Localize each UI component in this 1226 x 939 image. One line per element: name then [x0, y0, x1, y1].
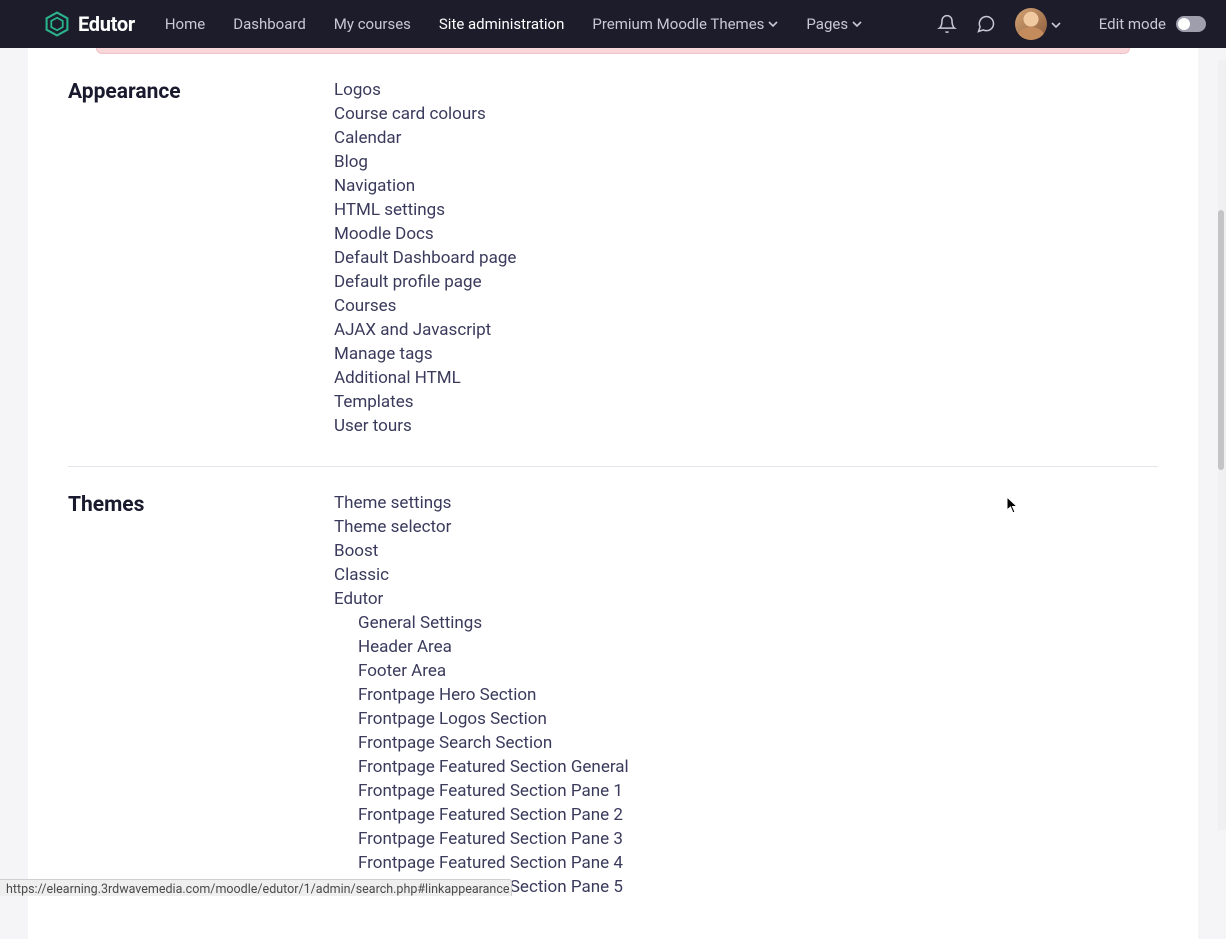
link-frontpage-featured-pane-3[interactable]: Frontpage Featured Section Pane 3 — [358, 827, 1158, 851]
link-logos[interactable]: Logos — [334, 78, 1158, 102]
link-frontpage-hero[interactable]: Frontpage Hero Section — [358, 683, 1158, 707]
section-appearance: Appearance Logos Course card colours Cal… — [68, 54, 1158, 438]
chevron-down-icon — [852, 15, 862, 33]
brand-logo-icon — [44, 11, 70, 37]
link-course-card-colours[interactable]: Course card colours — [334, 102, 1158, 126]
link-calendar[interactable]: Calendar — [334, 126, 1158, 150]
link-frontpage-featured-pane-4[interactable]: Frontpage Featured Section Pane 4 — [358, 851, 1158, 875]
nav-right: Edit mode — [937, 8, 1206, 40]
nav-my-courses[interactable]: My courses — [334, 15, 411, 33]
link-moodle-docs[interactable]: Moodle Docs — [334, 222, 1158, 246]
section-links-appearance: Logos Course card colours Calendar Blog … — [334, 78, 1158, 438]
link-navigation[interactable]: Navigation — [334, 174, 1158, 198]
link-manage-tags[interactable]: Manage tags — [334, 342, 1158, 366]
chevron-down-icon — [1051, 15, 1061, 34]
link-default-profile-page[interactable]: Default profile page — [334, 270, 1158, 294]
link-ajax-javascript[interactable]: AJAX and Javascript — [334, 318, 1158, 342]
section-title-appearance: Appearance — [68, 78, 334, 438]
edutor-sublinks: General Settings Header Area Footer Area… — [334, 611, 1158, 899]
link-boost[interactable]: Boost — [334, 539, 1158, 563]
browser-status-bar: https://elearning.3rdwavemedia.com/moodl… — [0, 879, 512, 896]
primary-nav: Home Dashboard My courses Site administr… — [165, 15, 937, 33]
brand[interactable]: Edutor — [44, 11, 135, 37]
scrollbar-track[interactable] — [1218, 60, 1226, 830]
nav-premium-themes-label: Premium Moodle Themes — [592, 15, 764, 33]
link-classic[interactable]: Classic — [334, 563, 1158, 587]
user-menu[interactable] — [1015, 8, 1061, 40]
link-html-settings[interactable]: HTML settings — [334, 198, 1158, 222]
nav-premium-themes[interactable]: Premium Moodle Themes — [592, 15, 778, 33]
avatar — [1015, 8, 1047, 40]
top-navbar: Edutor Home Dashboard My courses Site ad… — [0, 0, 1226, 48]
messages-icon[interactable] — [975, 14, 997, 34]
brand-name: Edutor — [78, 12, 135, 36]
nav-home[interactable]: Home — [165, 15, 205, 33]
link-frontpage-featured-pane-2[interactable]: Frontpage Featured Section Pane 2 — [358, 803, 1158, 827]
section-links-themes: Theme settings Theme selector Boost Clas… — [334, 491, 1158, 899]
nav-site-administration[interactable]: Site administration — [439, 15, 564, 33]
link-blog[interactable]: Blog — [334, 150, 1158, 174]
link-frontpage-featured-pane-1[interactable]: Frontpage Featured Section Pane 1 — [358, 779, 1158, 803]
chevron-down-icon — [768, 15, 778, 33]
link-frontpage-featured-general[interactable]: Frontpage Featured Section General — [358, 755, 1158, 779]
edit-mode-control: Edit mode — [1099, 15, 1206, 33]
link-theme-selector[interactable]: Theme selector — [334, 515, 1158, 539]
link-header-area[interactable]: Header Area — [358, 635, 1158, 659]
link-theme-settings[interactable]: Theme settings — [334, 491, 1158, 515]
page-content: Appearance Logos Course card colours Cal… — [28, 48, 1198, 939]
link-edutor[interactable]: Edutor — [334, 587, 1158, 611]
scrollbar-thumb[interactable] — [1218, 210, 1224, 470]
edit-mode-toggle[interactable] — [1176, 16, 1206, 32]
link-courses[interactable]: Courses — [334, 294, 1158, 318]
section-title-themes: Themes — [68, 491, 334, 899]
nav-dashboard[interactable]: Dashboard — [233, 15, 306, 33]
nav-pages[interactable]: Pages — [806, 15, 862, 33]
nav-pages-label: Pages — [806, 15, 848, 33]
link-frontpage-logos[interactable]: Frontpage Logos Section — [358, 707, 1158, 731]
section-themes: Themes Theme settings Theme selector Boo… — [68, 467, 1158, 899]
link-default-dashboard-page[interactable]: Default Dashboard page — [334, 246, 1158, 270]
link-general-settings[interactable]: General Settings — [358, 611, 1158, 635]
link-frontpage-search[interactable]: Frontpage Search Section — [358, 731, 1158, 755]
edit-mode-label: Edit mode — [1099, 15, 1166, 33]
link-user-tours[interactable]: User tours — [334, 414, 1158, 438]
link-footer-area[interactable]: Footer Area — [358, 659, 1158, 683]
link-additional-html[interactable]: Additional HTML — [334, 366, 1158, 390]
notifications-icon[interactable] — [937, 14, 957, 34]
link-templates[interactable]: Templates — [334, 390, 1158, 414]
